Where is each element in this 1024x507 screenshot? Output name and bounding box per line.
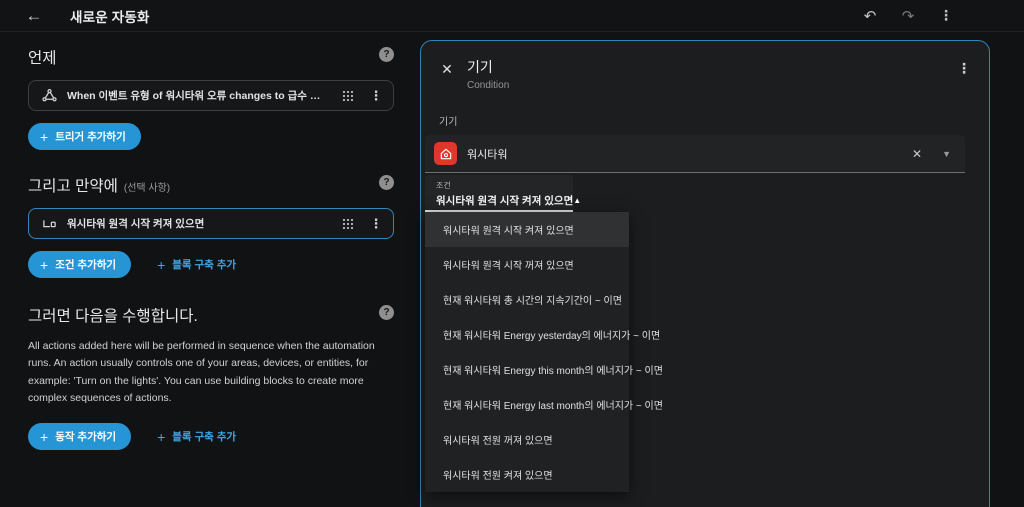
back-arrow-icon[interactable]: ← (20, 2, 48, 30)
add-building-block-link[interactable]: + 블록 구축 추가 (157, 257, 236, 273)
trigger-summary-text: When 이벤트 유형 of 워시타워 오류 changes to 급수 부족 (67, 88, 329, 103)
condition-select-field[interactable]: 조건 워시타워 원격 시작 켜져 있으면 ▲ (425, 175, 573, 212)
condition-row-card[interactable]: 워시타워 원격 시작 켜져 있으면 ⋮ (28, 208, 394, 239)
topbar-actions: ↶ ↷ ⋮ (858, 4, 1010, 28)
dropdown-item[interactable]: 워시타워 원격 시작 꺼져 있으면 (425, 247, 629, 282)
clear-device-icon[interactable]: ✕ (906, 147, 928, 161)
dropdown-item[interactable]: 워시타워 원격 시작 켜져 있으면 (425, 212, 629, 247)
add-condition-label: 조건 추가하기 (55, 257, 116, 272)
add-action-button[interactable]: + 동작 추가하기 (28, 423, 131, 450)
trigger-row-card[interactable]: When 이벤트 유형 of 워시타워 오류 changes to 급수 부족 … (28, 80, 394, 111)
plus-icon: + (40, 430, 48, 444)
condition-select-label: 조건 (436, 180, 565, 191)
add-building-block-label: 블록 구축 추가 (172, 257, 236, 272)
when-section-title: 언제 (28, 46, 57, 68)
dropdown-item[interactable]: 현재 워시타워 Energy yesterday의 에너지가 ~ 이면 (425, 317, 629, 352)
add-building-block-label: 블록 구축 추가 (172, 429, 236, 444)
dropdown-item[interactable]: 워시타워 전원 켜져 있으면 (425, 457, 629, 492)
plus-icon: + (157, 429, 165, 445)
add-action-label: 동작 추가하기 (55, 429, 116, 444)
automation-editor-left-column: 언제 ? When 이벤트 유형 of 워시타워 오류 changes to 급… (28, 46, 394, 450)
device-picker-field[interactable]: 워시타워 ✕ ▼ (425, 135, 965, 173)
device-value-text: 워시타워 (467, 146, 896, 162)
condition-editor-panel: ✕ 기기 Condition ⋮ 기기 워시타워 ✕ ▼ 조건 워시타워 원격 … (420, 40, 990, 507)
section-then: 그러면 다음을 수행합니다. ? All actions added here … (28, 304, 394, 450)
dropdown-item[interactable]: 현재 워시타워 Energy this month의 에너지가 ~ 이면 (425, 352, 629, 387)
actions-description-text: All actions added here will be performed… (28, 338, 400, 407)
condition-dropdown-menu: 워시타워 원격 시작 켜져 있으면 워시타워 원격 시작 꺼져 있으면 현재 워… (425, 212, 629, 492)
chevron-up-icon: ▲ (573, 196, 581, 205)
and-if-section-title: 그리고 만약에 (28, 174, 118, 196)
drag-handle-icon[interactable] (339, 215, 357, 233)
thinq-device-icon (434, 142, 457, 165)
add-trigger-label: 트리거 추가하기 (55, 129, 126, 144)
dropdown-item[interactable]: 현재 워시타워 Energy last month의 에너지가 ~ 이면 (425, 387, 629, 422)
add-building-block-link[interactable]: + 블록 구축 추가 (157, 429, 236, 445)
when-help-icon[interactable]: ? (379, 47, 394, 62)
condition-menu-icon[interactable]: ⋮ (367, 215, 385, 233)
trigger-menu-icon[interactable]: ⋮ (367, 87, 385, 105)
device-field-label: 기기 (439, 113, 989, 128)
add-condition-button[interactable]: + 조건 추가하기 (28, 251, 131, 278)
redo-icon[interactable]: ↷ (896, 4, 920, 28)
page-title: 새로운 자동화 (70, 6, 150, 26)
condition-summary-text: 워시타워 원격 시작 켜져 있으면 (67, 216, 329, 231)
and-if-help-icon[interactable]: ? (379, 175, 394, 190)
top-app-bar: ← 새로운 자동화 ↶ ↷ ⋮ (0, 0, 1024, 32)
plus-icon: + (40, 258, 48, 272)
section-when: 언제 ? When 이벤트 유형 of 워시타워 오류 changes to 급… (28, 46, 394, 150)
section-and-if: 그리고 만약에 (선택 사항) ? 워시타워 원격 시작 켜져 있으면 ⋮ (28, 174, 394, 278)
state-trigger-icon (41, 88, 57, 104)
drag-handle-icon[interactable] (339, 87, 357, 105)
and-if-optional-label: (선택 사항) (124, 179, 170, 194)
condition-select-value: 워시타워 원격 시작 켜져 있으면 (436, 193, 573, 208)
then-help-icon[interactable]: ? (379, 305, 394, 320)
overflow-menu-icon[interactable]: ⋮ (934, 4, 958, 28)
panel-subtitle: Condition (467, 80, 509, 91)
add-trigger-button[interactable]: + 트리거 추가하기 (28, 123, 141, 150)
close-icon[interactable]: ✕ (437, 59, 457, 79)
plus-icon: + (40, 130, 48, 144)
panel-title: 기기 (467, 57, 509, 77)
then-section-title: 그러면 다음을 수행합니다. (28, 304, 198, 326)
undo-icon[interactable]: ↶ (858, 4, 882, 28)
panel-menu-icon[interactable]: ⋮ (953, 57, 975, 79)
chevron-down-icon[interactable]: ▼ (938, 149, 955, 159)
device-condition-icon (41, 216, 57, 232)
dropdown-item[interactable]: 워시타워 전원 꺼져 있으면 (425, 422, 629, 457)
dropdown-item[interactable]: 현재 워시타워 총 시간의 지속기간이 ~ 이면 (425, 282, 629, 317)
plus-icon: + (157, 257, 165, 273)
